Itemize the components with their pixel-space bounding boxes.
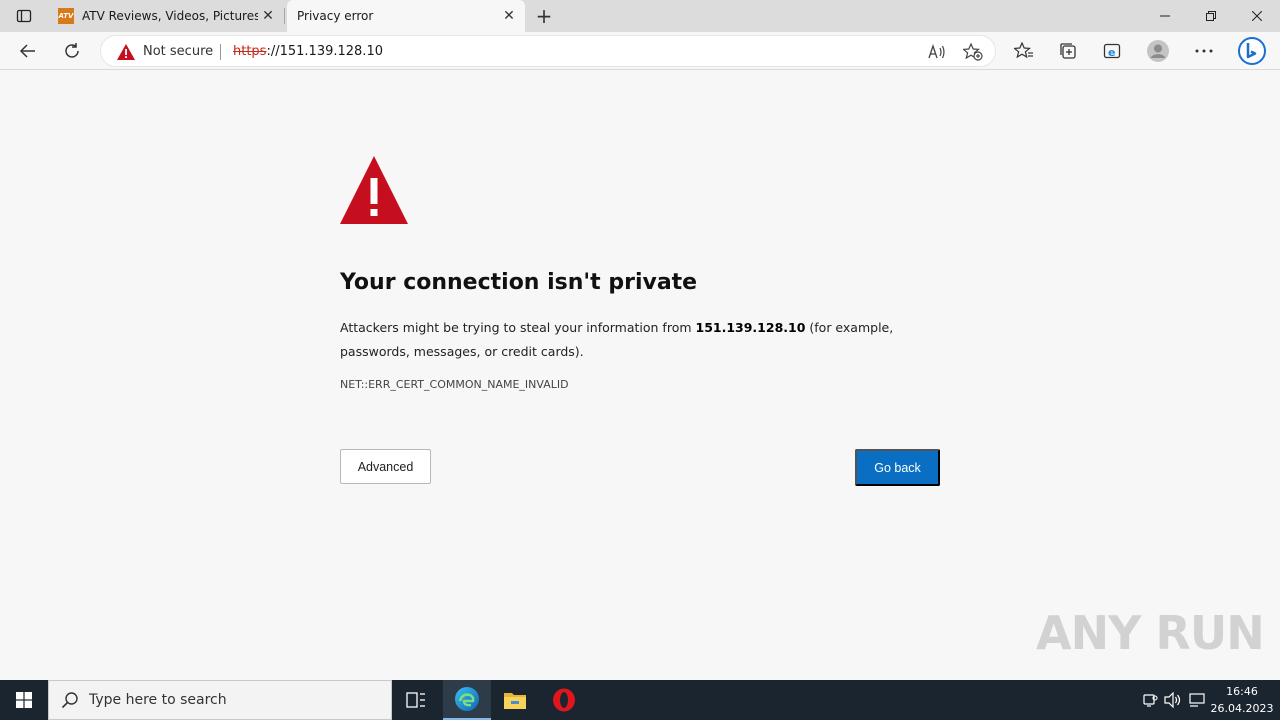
close-tab-icon[interactable]: ✕: [258, 6, 278, 26]
back-button[interactable]: [14, 37, 42, 65]
windows-logo-icon: [16, 692, 32, 708]
go-back-button[interactable]: Go back: [855, 449, 940, 486]
favorites-button[interactable]: [1010, 37, 1038, 65]
network-tray-icon[interactable]: [1140, 690, 1160, 710]
security-warning-icon[interactable]: [117, 44, 135, 60]
taskbar-edge[interactable]: [443, 680, 491, 720]
address-divider: [220, 44, 221, 60]
clock-date: 26.04.2023: [1210, 702, 1274, 715]
browser-toolbar: Not secure https://151.139.128.10 e: [0, 32, 1280, 70]
host-name: 151.139.128.10: [695, 320, 806, 335]
minimize-icon: [1160, 15, 1170, 17]
new-tab-button[interactable]: +: [532, 4, 556, 28]
bing-icon: [1238, 37, 1266, 65]
bing-chat-button[interactable]: [1236, 35, 1268, 67]
url-host: ://151.139.128.10: [266, 44, 383, 59]
url-text[interactable]: https://151.139.128.10: [233, 44, 383, 59]
taskbar-file-explorer[interactable]: [491, 680, 539, 720]
warning-triangle-icon: [340, 156, 408, 224]
settings-more-button[interactable]: [1190, 37, 1218, 65]
search-placeholder: Type here to search: [89, 692, 227, 708]
ie-mode-icon: e: [1103, 43, 1121, 59]
taskbar-search[interactable]: Type here to search: [48, 680, 392, 720]
volume-tray-icon[interactable]: [1163, 690, 1183, 710]
plus-icon: +: [535, 4, 553, 28]
opera-icon: [553, 688, 575, 712]
tab-actions-icon: [16, 9, 32, 23]
error-description: Attackers might be trying to steal your …: [340, 316, 900, 364]
tab-title: Privacy error: [297, 9, 374, 23]
collections-icon: [1060, 43, 1076, 59]
tab-actions-button[interactable]: [8, 4, 40, 28]
speaker-icon: [1164, 692, 1181, 708]
url-scheme: https: [233, 44, 267, 59]
description-text: Attackers might be trying to steal your …: [340, 320, 696, 335]
address-bar[interactable]: Not secure https://151.139.128.10: [100, 35, 996, 67]
avatar-icon: [1147, 40, 1169, 62]
clock-time: 16:46: [1226, 685, 1258, 698]
tab-strip: ATV ATV Reviews, Videos, Pictures, an ✕ …: [0, 0, 1280, 32]
back-arrow-icon: [19, 44, 35, 58]
tab-title: ATV Reviews, Videos, Pictures, an: [82, 9, 258, 23]
collections-button[interactable]: [1054, 37, 1082, 65]
restore-button[interactable]: [1188, 0, 1234, 32]
read-aloud-icon: [928, 44, 945, 59]
error-code[interactable]: NET::ERR_CERT_COMMON_NAME_INVALID: [340, 378, 569, 391]
minimize-button[interactable]: [1142, 0, 1188, 32]
page-title: Your connection isn't private: [340, 270, 698, 295]
tab-privacy-error[interactable]: Privacy error ✕: [287, 0, 525, 32]
task-view-icon: [406, 692, 425, 708]
svg-text:e: e: [1108, 46, 1115, 59]
advanced-button[interactable]: Advanced: [340, 449, 431, 484]
refresh-button[interactable]: [58, 37, 86, 65]
read-aloud-button[interactable]: [925, 41, 949, 63]
not-secure-label[interactable]: Not secure: [143, 44, 213, 59]
add-favorite-button[interactable]: [961, 41, 985, 63]
taskbar: Type here to search 16:46 26.04.2023: [0, 680, 1280, 720]
people-icon: [1143, 694, 1158, 707]
close-window-button[interactable]: [1234, 0, 1280, 32]
display-tray-icon[interactable]: [1187, 690, 1207, 710]
close-icon: [1252, 11, 1262, 21]
close-tab-icon[interactable]: ✕: [499, 6, 519, 26]
tab-atv-reviews[interactable]: ATV ATV Reviews, Videos, Pictures, an ✕: [48, 0, 285, 32]
folder-icon: [504, 693, 526, 709]
taskbar-opera[interactable]: [540, 680, 588, 720]
favorites-icon: [1014, 42, 1033, 59]
task-view-button[interactable]: [392, 680, 440, 720]
start-button[interactable]: [0, 680, 48, 720]
atv-favicon-icon: ATV: [58, 8, 74, 24]
ie-mode-button[interactable]: e: [1098, 37, 1126, 65]
edge-icon: [455, 687, 479, 711]
refresh-icon: [65, 43, 79, 58]
profile-button[interactable]: [1144, 37, 1172, 65]
search-icon: [61, 692, 78, 709]
anyrun-watermark: ANY RUN: [1036, 606, 1265, 660]
star-add-icon: [963, 43, 983, 61]
restore-icon: [1206, 11, 1216, 21]
more-dots-icon: [1195, 49, 1213, 53]
monitor-icon: [1189, 693, 1205, 707]
taskbar-clock[interactable]: 16:46 26.04.2023: [1210, 683, 1274, 717]
